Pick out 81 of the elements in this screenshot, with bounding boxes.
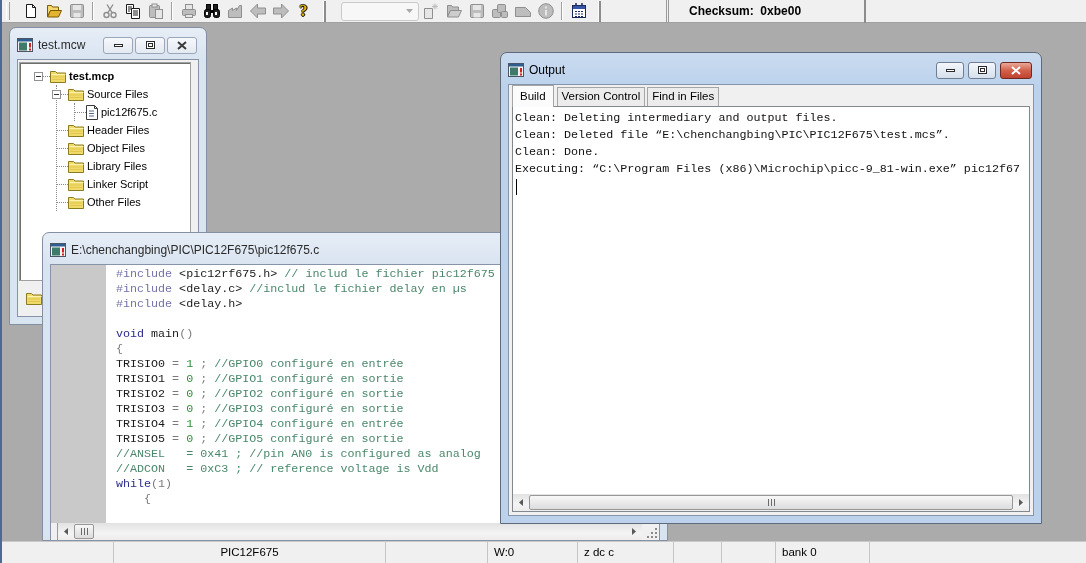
scroll-right-icon[interactable] [632,528,636,535]
code-line: TRISIO2 = 0 ; //GPIO2 configuré en sortie [116,387,404,402]
code-line: void main() [116,327,194,342]
tree-item[interactable]: Library Files [68,159,149,173]
calendar-icon[interactable] [570,3,587,19]
horizontal-scrollbar[interactable] [513,494,1029,511]
status-text: bank 0 [782,545,817,560]
code-line: TRISIO5 = 0 ; //GPIO5 configuré en sortie [116,432,404,447]
tab[interactable]: Version Control [556,87,646,106]
code-line: { [143,492,152,507]
folder-icon [26,292,42,305]
maximize-icon [145,41,155,49]
tree-item[interactable]: Header Files [68,123,152,137]
tree-item[interactable]: Object Files [68,141,148,155]
scrollbar-thumb[interactable] [529,495,1013,510]
folder-icon [68,141,84,155]
code-line: TRISIO4 = 1 ; //GPIO4 configuré en entrée [116,417,404,432]
code-line: { [116,342,123,357]
scroll-left-icon[interactable] [64,528,68,535]
tree-item[interactable]: Linker Script [68,177,151,191]
close-button[interactable] [1000,61,1032,79]
maximize-button[interactable] [968,61,996,79]
tree-item[interactable]: pic12f675.c [86,104,160,120]
status-text: W:0 [494,545,515,560]
binoculars-icon[interactable] [203,3,220,19]
maximize-button[interactable] [135,36,165,54]
checksum-text: Checksum: 0xbe00 [689,3,802,19]
folder-icon [68,177,84,191]
output-line: Clean: Done. [515,144,600,161]
folder-icon [68,123,84,137]
grip-icon [767,499,775,506]
output-line: Clean: Deleting intermediary and output files. [515,110,838,127]
file-icon [86,104,98,120]
window-title: Output [529,62,566,78]
close-button[interactable] [167,36,197,54]
close-icon [177,40,187,50]
scrollbar-thumb[interactable] [74,524,94,539]
folder-icon[interactable] [45,3,62,19]
status-text: z dc c [584,545,615,560]
status-text: PIC12F675 [220,545,279,560]
size-grip-icon[interactable] [647,528,657,538]
window-title: E:\chenchangbing\PIC\PIC12F675\pic12f675.c [71,242,320,258]
text-cursor [516,179,517,195]
code-line: //ANSEL = 0x41 ; //pin AN0 is configured as analog [116,447,481,462]
output-line: Clean: Deleted file “E:\chenchangbing\PIC\PIC12F675\test.mcs”. [515,127,950,144]
scroll-left-icon[interactable] [519,499,523,506]
output-line: Executing: “C:\Program Files (x86)\Microchip\picc-9_81-win.exe” pic12f67 [515,161,1020,178]
minus-box-icon[interactable] [34,71,43,81]
code-line: #include <delay.c> //includ le fichier delay en µs [116,282,467,297]
grip-icon [80,528,88,535]
minimize-icon [945,68,955,72]
window-icon [50,243,66,257]
copy-icon[interactable] [124,3,141,19]
tree-item[interactable]: Source Files [68,87,151,101]
code-line: while(1) [116,477,173,492]
close-icon [1011,65,1021,75]
folder-icon [68,159,84,173]
code-line: TRISIO1 = 0 ; //GPIO1 configuré en sortie [116,372,404,387]
minus-box-icon[interactable] [52,89,61,99]
maximize-icon [977,66,987,74]
folder-icon [50,69,66,83]
window-icon [17,38,33,52]
tab[interactable]: Find in Files [647,87,720,106]
folder-icon [68,87,84,101]
scroll-right-icon[interactable] [1019,499,1023,506]
tab[interactable]: Build [512,85,554,107]
minimize-button[interactable] [936,61,964,79]
code-editor[interactable] [106,265,499,523]
code-line: TRISIO3 = 0 ; //GPIO3 configuré en sortie [116,402,404,417]
window-title: test.mcw [38,37,86,53]
window-icon [508,63,524,77]
tree-item[interactable]: Other Files [68,195,143,209]
tree-item[interactable]: test.mcp [50,69,117,83]
code-line: //ADCON = 0xC3 ; // reference voltage is Vdd [116,462,439,477]
minimize-button[interactable] [103,36,133,54]
code-line: #include <pic12rf675.h> // includ le fichier pic12f675 [116,267,495,282]
horizontal-scrollbar[interactable] [58,523,642,540]
code-line: #include <delay.h> [116,297,243,312]
code-line: TRISIO0 = 1 ; //GPIO0 configuré en entrée [116,357,404,372]
minimize-icon [113,43,123,47]
folder-icon [68,195,84,209]
